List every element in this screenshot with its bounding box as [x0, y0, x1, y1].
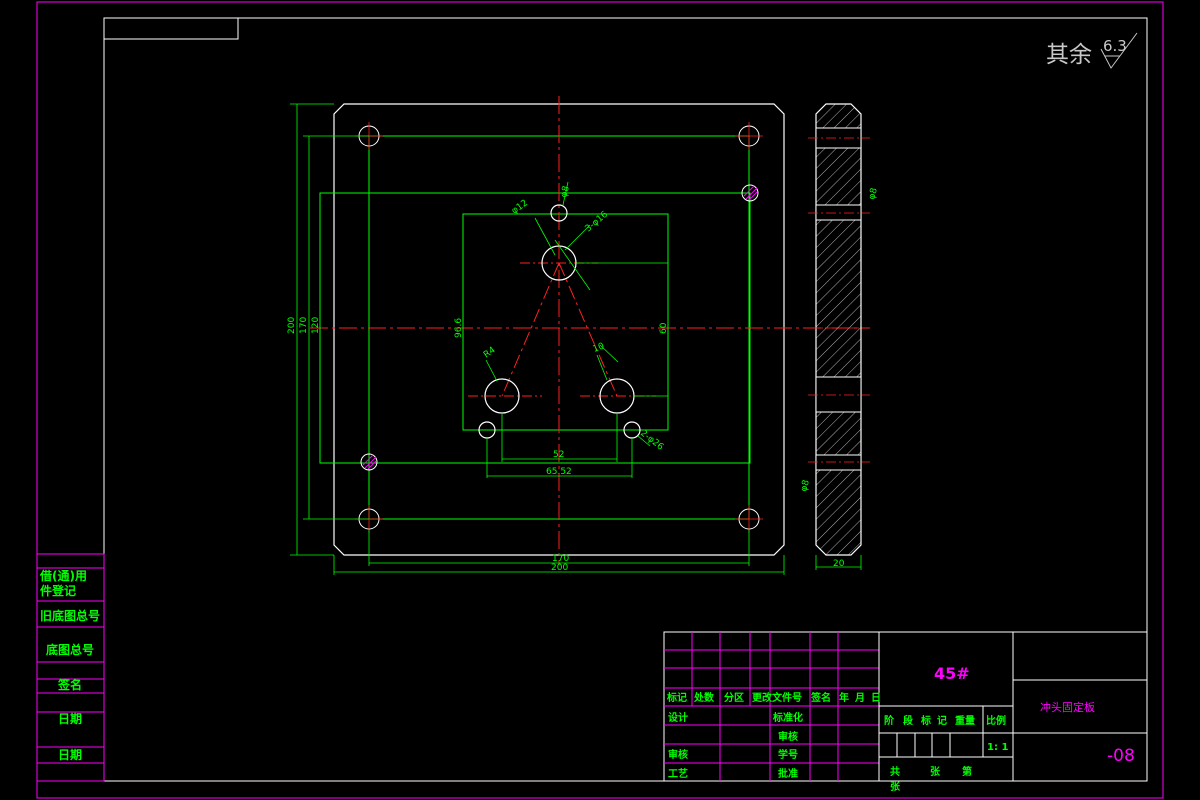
rev-count: 处数 [693, 691, 715, 704]
rev-doc-no: 更改文件号 [752, 691, 802, 704]
dim-60: 60 [659, 322, 669, 334]
centerline-triangle-right [558, 262, 618, 397]
rev-mark: 标记 [666, 691, 687, 704]
rev-zone: 分区 [724, 691, 744, 704]
rev-month: 月 [854, 692, 865, 704]
callout-two-holes: 2-φ26 [638, 428, 665, 452]
sign-review: 审核 [668, 748, 688, 761]
stamp-borrow: 借(通)用 [39, 568, 87, 583]
callout-r4: R4 [482, 345, 498, 360]
stamp-register: 件登记 [40, 583, 76, 598]
sign-approve: 批准 [778, 767, 798, 780]
part-name: 冲头固定板 [1040, 700, 1095, 714]
callout-top-small: φ8 [559, 185, 572, 199]
drawing-frame [103, 17, 1148, 782]
dim-52: 52 [553, 450, 564, 460]
stamp-base-no: 底图总号 [46, 642, 94, 657]
left-stamp-column: 借(通)用 件登记 旧底图总号 底图总号 签名 日期 日期 [36, 553, 105, 782]
dim-200-horizontal: 200 [551, 563, 568, 573]
sign-standard: 标准化 [772, 711, 803, 724]
dim-65-52: 65.52 [546, 467, 572, 477]
callout-three-holes: 3-φ16 [584, 210, 611, 235]
rev-sign: 签名 [810, 691, 831, 704]
side-callout-b: φ8 [799, 479, 812, 493]
sign-check: 审核 [778, 730, 798, 743]
stamp-date-1: 日期 [58, 711, 82, 726]
side-hole-pin-top [815, 204, 862, 221]
roughness-prefix: 其余 [1046, 42, 1092, 68]
sheet-of: 第 [962, 765, 972, 778]
material: 45# [934, 664, 970, 683]
stage-2: 段 [903, 714, 913, 727]
scale-label: 比例 [986, 714, 1006, 727]
cad-drawing-canvas: 其余 6.3 200 170 120 96.6 60 52 65.52 170 … [36, 1, 1164, 799]
roughness-symbol: 其余 6.3 [1046, 32, 1138, 69]
side-callout-a: φ8 [867, 187, 880, 201]
title-block: 标记 处数 分区 更改文件号 签名 年 月 日 设计 审核 工艺 标准化 审核 … [663, 631, 1148, 793]
side-hole-mid [815, 376, 862, 413]
rev-day: 日 [871, 692, 881, 704]
side-outline [815, 103, 862, 556]
sign-process: 工艺 [668, 767, 688, 780]
sign-student-no: 学号 [778, 748, 798, 761]
side-view: 20 φ8 φ8 [799, 103, 880, 570]
corner-box [103, 17, 239, 40]
weight-label: 重量 [955, 714, 975, 727]
side-hole-pin-bot [815, 454, 862, 471]
stamp-old-no: 旧底图总号 [40, 608, 100, 623]
scale-value: 1: 1 [987, 742, 1008, 753]
sheet-unit-2: 张 [890, 780, 901, 793]
sheet-total: 共 [890, 765, 900, 778]
sheet-unit-1: 张 [930, 765, 941, 778]
stage-3: 标 [920, 714, 931, 727]
stamp-sign: 签名 [57, 677, 82, 692]
dim-96-6: 96.6 [454, 318, 464, 338]
stage-1: 阶 [884, 714, 895, 727]
drawing-number: -08 [1107, 746, 1135, 766]
stage-4: 记 [937, 715, 947, 727]
dim-120-vertical: 120 [311, 317, 321, 334]
side-dim-thickness: 20 [833, 559, 845, 569]
rev-year: 年 [839, 691, 849, 704]
sign-design: 设计 [668, 711, 688, 724]
front-view: 200 170 120 96.6 60 52 65.52 170 200 φ8 … [287, 96, 870, 575]
dim-200-vertical: 200 [287, 317, 297, 334]
punch-zone-rect [462, 213, 669, 431]
stamp-date-2: 日期 [58, 747, 82, 762]
dim-170-vertical: 170 [299, 317, 309, 334]
centerline-triangle-left [501, 262, 560, 397]
